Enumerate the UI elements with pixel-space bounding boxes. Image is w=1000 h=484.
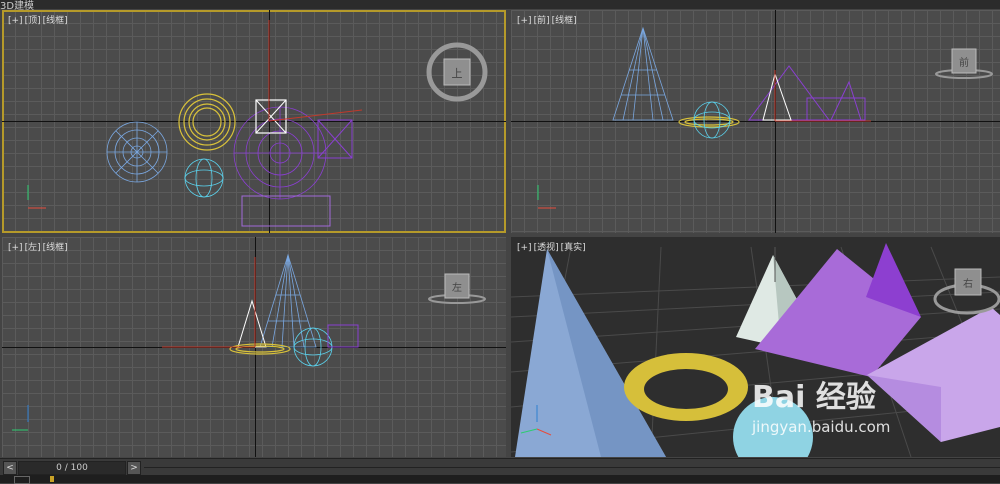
- title-bar: 3D建模: [0, 0, 1000, 12]
- viewcube-persp: [933, 268, 1000, 315]
- viewcube-label: 左: [452, 281, 462, 294]
- box-left-view: [327, 324, 359, 348]
- sphere-top-view: [184, 158, 224, 198]
- status-bar: [0, 475, 1000, 484]
- viewport-view-name[interactable]: [左]: [25, 243, 41, 253]
- viewcube-label: 前: [959, 56, 969, 69]
- viewport-menu-plus[interactable]: [+]: [517, 243, 532, 253]
- viewport-label[interactable]: [+] [透视] [真实]: [517, 240, 588, 253]
- viewcube-label: 上: [452, 67, 463, 80]
- viewport-left[interactable]: [+] [左] [线框] 左: [2, 237, 506, 457]
- next-frame-button[interactable]: >: [127, 461, 141, 475]
- viewport-menu-plus[interactable]: [+]: [517, 16, 532, 26]
- timeline-track[interactable]: [144, 467, 1000, 468]
- purple-cone-top-view: [233, 106, 327, 200]
- left-scene: 左: [12, 253, 486, 431]
- viewport-shading-mode[interactable]: [线框]: [43, 243, 68, 253]
- baidu-watermark: Bai 经验 jingyan.baidu.com: [752, 372, 890, 436]
- watermark-url: jingyan.baidu.com: [752, 418, 891, 436]
- time-slider[interactable]: 0 / 100: [18, 461, 126, 475]
- viewport-view-name[interactable]: [前]: [534, 16, 550, 26]
- purple-cone-front-view: [748, 65, 866, 121]
- viewport-top[interactable]: [+] [顶] [线框] 上: [2, 10, 506, 233]
- torus-left-view: [229, 343, 291, 355]
- prev-frame-button[interactable]: <: [3, 461, 17, 475]
- top-scene: 上: [27, 20, 488, 227]
- viewport-front[interactable]: [+] [前] [线框] 前: [511, 10, 1000, 233]
- box-top-view: [241, 195, 331, 227]
- viewport-menu-plus[interactable]: [+]: [8, 243, 23, 253]
- viewport-view-name[interactable]: [顶]: [25, 16, 41, 26]
- viewcube-label: 右: [963, 277, 973, 290]
- viewport-label[interactable]: [+] [顶] [线框]: [8, 13, 70, 26]
- viewport-shading-mode[interactable]: [线框]: [43, 16, 68, 26]
- white-pyramid-front-view: [762, 72, 792, 121]
- viewport-view-name[interactable]: [透视]: [534, 243, 559, 253]
- cone-top-view: [106, 121, 168, 183]
- key-marker: [50, 476, 54, 482]
- viewport-shading-mode[interactable]: [线框]: [552, 16, 577, 26]
- cone-front-view: [612, 26, 674, 121]
- timeline-bar: < 0 / 100 >: [0, 458, 1000, 475]
- front-scene: 前: [537, 26, 993, 209]
- torus-top-view: [178, 93, 236, 151]
- gizmo-x: [268, 109, 363, 122]
- viewport-menu-plus[interactable]: [+]: [8, 16, 23, 26]
- viewport-label[interactable]: [+] [前] [线框]: [517, 13, 579, 26]
- viewport-label[interactable]: [+] [左] [线框]: [8, 240, 70, 253]
- viewport-shading-mode[interactable]: [真实]: [561, 243, 586, 253]
- watermark-logo: Bai 经验: [752, 380, 876, 415]
